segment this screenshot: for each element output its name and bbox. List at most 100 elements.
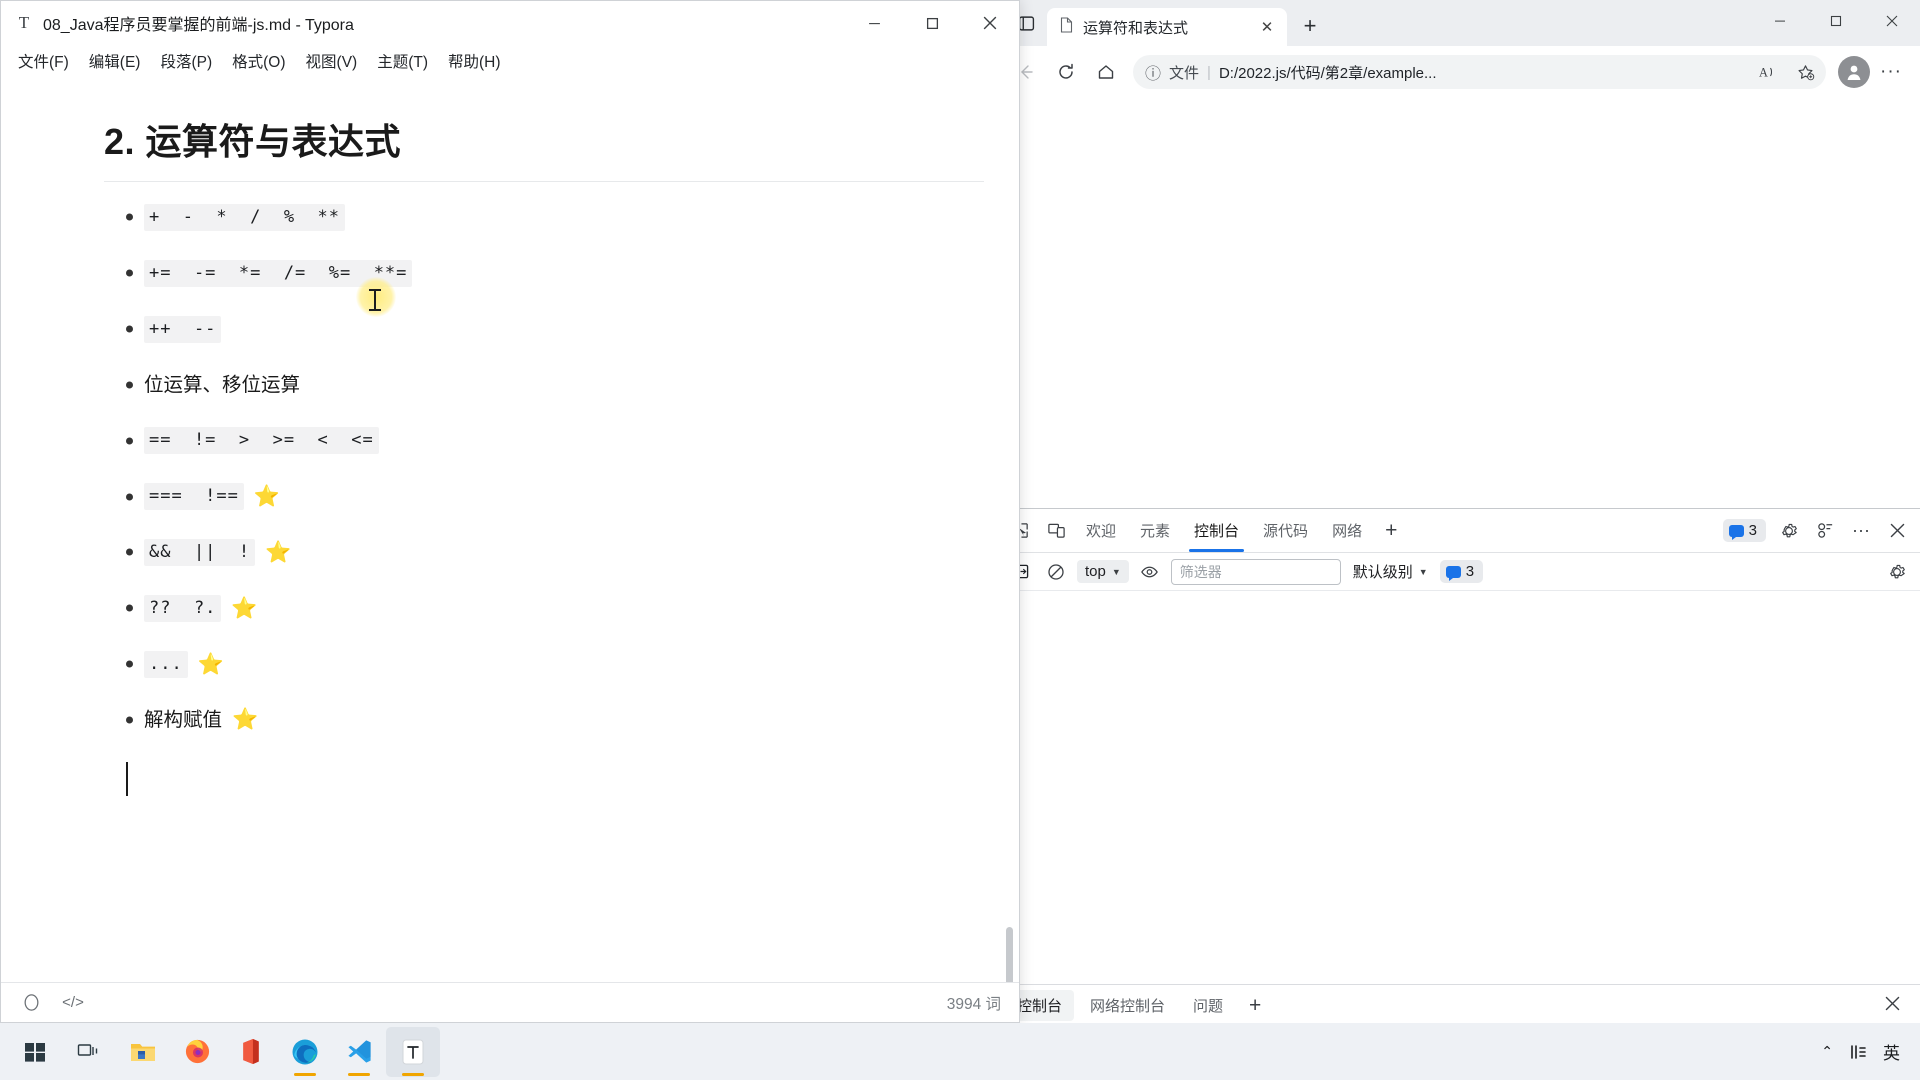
maximize-button[interactable] xyxy=(1808,0,1864,42)
info-icon[interactable]: ⓘ xyxy=(1145,60,1161,84)
menu-file[interactable]: 文件(F) xyxy=(9,47,78,75)
typora-minimize-button[interactable] xyxy=(845,1,903,45)
drawer-close-icon[interactable] xyxy=(1873,995,1912,1017)
tab-elements[interactable]: 元素 xyxy=(1129,510,1181,552)
clear-console-icon[interactable] xyxy=(1041,558,1071,586)
star-icon: ⭐ xyxy=(197,652,224,676)
issues-badge[interactable]: 3 xyxy=(1722,519,1766,542)
home-icon[interactable] xyxy=(1087,53,1125,91)
devtools-close-icon[interactable] xyxy=(1880,515,1914,547)
markdown-document[interactable]: 2. 运算符与表达式 + - * / % ** += -= *= /= %= *… xyxy=(60,113,984,797)
start-button[interactable] xyxy=(8,1027,62,1077)
star-icon: ⭐ xyxy=(253,485,281,509)
list-item[interactable]: 解构赋值 ⭐ xyxy=(104,707,960,733)
url-text: D:/2022.js/代码/第2章/example... xyxy=(1218,64,1437,82)
close-button[interactable] xyxy=(1864,0,1920,42)
refresh-icon[interactable] xyxy=(1047,53,1085,91)
source-code-mode-icon[interactable]: </> xyxy=(61,994,85,1011)
menu-format[interactable]: 格式(O) xyxy=(223,47,294,75)
office-button[interactable] xyxy=(224,1027,278,1077)
close-icon[interactable]: ✕ xyxy=(1255,15,1279,39)
typora-close-button[interactable] xyxy=(961,1,1019,45)
menu-edit[interactable]: 编辑(E) xyxy=(80,47,150,75)
profile-avatar[interactable] xyxy=(1838,56,1870,88)
minimize-button[interactable] xyxy=(1752,0,1808,42)
console-output-area[interactable]: › xyxy=(997,591,1920,984)
live-expression-icon[interactable] xyxy=(1135,558,1165,586)
typora-window-title: 08_Java程序员要掌握的前端-js.md - Typora xyxy=(43,17,354,34)
execution-context-selector[interactable]: top ▼ xyxy=(1077,560,1129,583)
ibeam-mouse-cursor xyxy=(369,289,381,311)
list-item[interactable]: ?? ?. ⭐ xyxy=(104,594,960,622)
chevron-down-icon: ▼ xyxy=(1418,566,1428,577)
inline-code: + - * / % ** xyxy=(144,204,345,231)
task-view-button[interactable] xyxy=(62,1027,116,1077)
gear-icon[interactable] xyxy=(1772,515,1806,547)
device-emulation-icon[interactable] xyxy=(1039,515,1073,547)
menu-paragraph[interactable]: 段落(P) xyxy=(151,47,221,75)
web-page-viewport xyxy=(997,98,1920,508)
inline-code: ... xyxy=(144,650,188,678)
typora-editor[interactable]: 2. 运算符与表达式 + - * / % ** += -= *= /= %= *… xyxy=(1,77,1019,982)
browser-tab[interactable]: 运算符和表达式 ✕ xyxy=(1047,8,1287,46)
list-item[interactable]: ++ -- xyxy=(104,315,960,343)
tab-console[interactable]: 控制台 xyxy=(1183,510,1250,552)
add-panel-button[interactable]: + xyxy=(1375,519,1407,543)
tab-sources[interactable]: 源代码 xyxy=(1252,510,1319,552)
drawer-tab-issues[interactable]: 问题 xyxy=(1181,990,1235,1021)
firefox-button[interactable] xyxy=(170,1027,224,1077)
menu-theme[interactable]: 主题(T) xyxy=(368,47,437,75)
typora-maximize-button[interactable] xyxy=(903,1,961,45)
desktop: 运算符和表达式 ✕ + ⓘ 文件 | D:/2022.js/代码/第2章/exa… xyxy=(0,0,1920,1080)
ime-icon[interactable] xyxy=(1849,1043,1867,1061)
list-item[interactable]: 位运算、移位运算 xyxy=(104,372,960,398)
console-input-line[interactable]: › xyxy=(997,597,1920,619)
devtools-customize-icon[interactable] xyxy=(1808,515,1842,547)
address-bar[interactable]: ⓘ 文件 | D:/2022.js/代码/第2章/example... A xyxy=(1133,55,1826,89)
system-tray: ⌃ 英 xyxy=(1821,1039,1920,1064)
circle-icon[interactable] xyxy=(19,993,43,1012)
word-count-label[interactable]: 3994 词 xyxy=(947,992,1001,1014)
list-item[interactable]: === !== ⭐ xyxy=(104,483,960,510)
typora-button[interactable] xyxy=(386,1026,440,1077)
devtools-panel: 欢迎 元素 控制台 源代码 网络 + 3 ··· top ▼ 筛选器 默认级别 … xyxy=(997,508,1920,1026)
log-level-value: 默认级别 xyxy=(1352,564,1413,581)
menu-view[interactable]: 视图(V) xyxy=(297,47,367,75)
file-explorer-button[interactable] xyxy=(116,1027,170,1077)
vscode-button[interactable] xyxy=(332,1027,386,1077)
console-filter-input[interactable] xyxy=(1170,558,1341,585)
operator-list: + - * / % ** += -= *= /= %= **= ++ -- 位运… xyxy=(104,204,960,733)
ime-mode-label[interactable]: 英 xyxy=(1883,1039,1900,1064)
tab-welcome[interactable]: 欢迎 xyxy=(1075,510,1127,552)
tab-network[interactable]: 网络 xyxy=(1321,510,1373,552)
new-tab-button[interactable]: + xyxy=(1293,9,1327,43)
more-options-icon[interactable]: ··· xyxy=(1872,53,1910,91)
drawer-add-tab-button[interactable]: + xyxy=(1239,994,1271,1018)
console-toolbar: top ▼ 默认级别 ▼ 3 xyxy=(997,553,1920,591)
windows-taskbar: ⌃ 英 xyxy=(0,1023,1920,1080)
read-aloud-icon[interactable]: A xyxy=(1752,57,1782,87)
message-bubble-icon xyxy=(1445,565,1461,581)
menu-help[interactable]: 帮助(H) xyxy=(439,47,510,75)
favorites-icon[interactable] xyxy=(1790,57,1820,87)
console-issues-badge[interactable]: 3 xyxy=(1439,560,1484,583)
list-item[interactable]: && || ! ⭐ xyxy=(104,539,960,566)
typora-app-icon: T xyxy=(18,13,30,32)
edge-tab-strip: 运算符和表达式 ✕ + xyxy=(997,0,1920,46)
tray-overflow-icon[interactable]: ⌃ xyxy=(1821,1043,1833,1060)
list-item[interactable]: += -= *= /= %= **= xyxy=(104,259,960,287)
list-item[interactable]: + - * / % ** xyxy=(104,204,960,231)
inline-code: == != > >= < <= xyxy=(144,427,379,455)
console-settings-gear-icon[interactable] xyxy=(1882,558,1912,586)
devtools-more-icon[interactable]: ··· xyxy=(1844,515,1878,547)
list-item[interactable]: ... ⭐ xyxy=(104,650,960,678)
star-icon: ⭐ xyxy=(231,596,258,620)
list-item[interactable]: == != > >= < <= xyxy=(104,427,960,455)
log-level-selector[interactable]: 默认级别 ▼ xyxy=(1347,558,1434,585)
url-scheme-label: 文件 xyxy=(1169,64,1200,82)
typora-title-bar: T 08_Java程序员要掌握的前端-js.md - Typora xyxy=(1,1,1019,45)
editor-scrollbar[interactable] xyxy=(1006,927,1013,982)
drawer-tab-network-console[interactable]: 网络控制台 xyxy=(1078,990,1177,1021)
edge-button[interactable] xyxy=(278,1027,332,1077)
inline-code: ++ -- xyxy=(144,315,222,343)
